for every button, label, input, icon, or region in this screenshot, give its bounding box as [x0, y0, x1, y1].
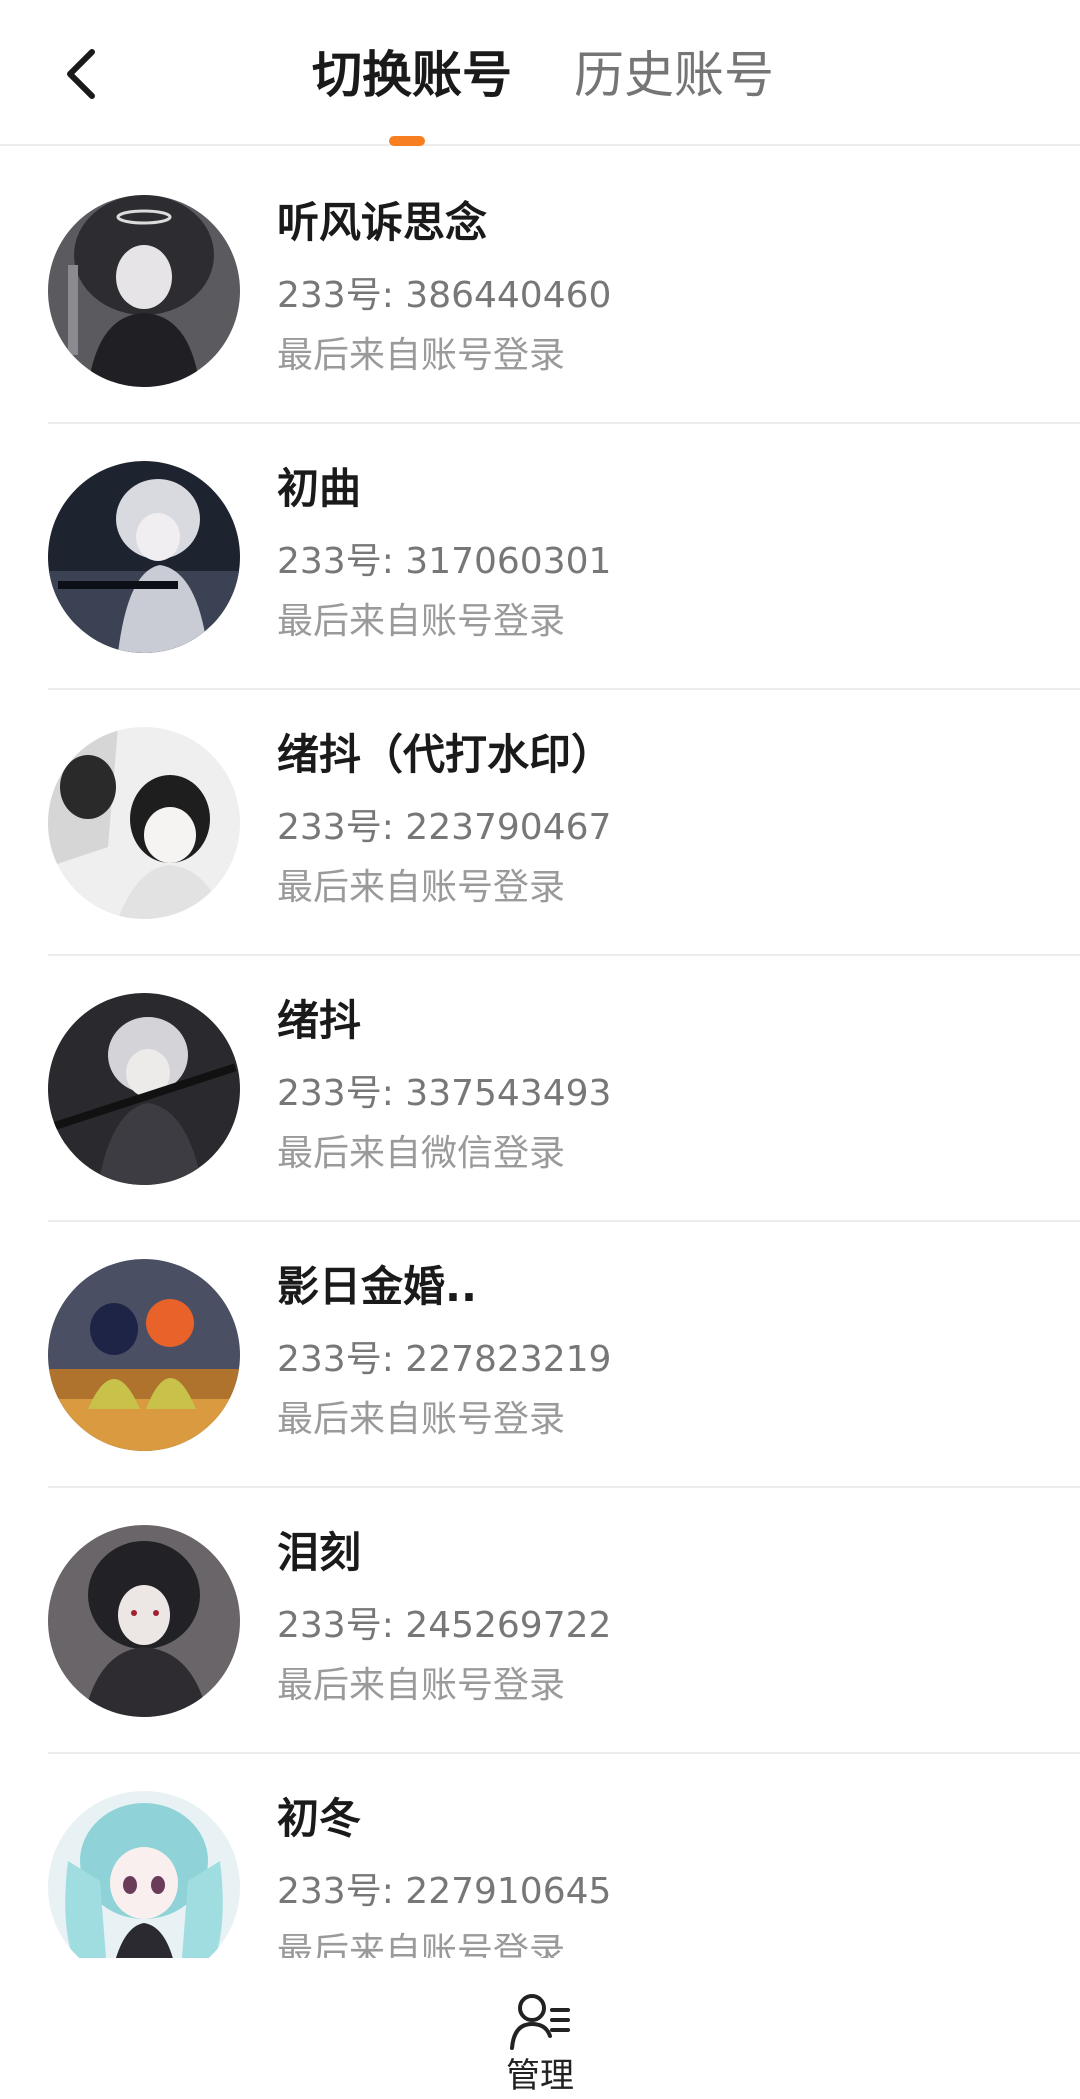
tab-switch-account[interactable]: 切换账号 [312, 40, 512, 110]
account-id: 233号: 223790467 [277, 807, 612, 848]
account-name: 绪抖 [277, 996, 362, 1045]
chevron-left-icon [67, 49, 95, 99]
anime-avatar-icon [48, 1259, 240, 1451]
manage-button[interactable]: 管理 [490, 1992, 590, 2099]
avatar [48, 1525, 240, 1717]
active-tab-indicator [389, 136, 425, 146]
anime-avatar-icon [48, 993, 240, 1185]
top-bar: 切换账号 历史账号 [0, 0, 1080, 146]
account-item[interactable]: 泪刻 233号: 245269722 最后来自账号登录 [0, 1488, 1080, 1754]
back-button[interactable] [40, 34, 120, 114]
login-source: 最后来自账号登录 [277, 1931, 566, 1958]
avatar [48, 195, 240, 387]
account-item[interactable]: 听风诉思念 233号: 386440460 最后来自账号登录 [0, 158, 1080, 424]
avatar [48, 727, 240, 919]
account-item[interactable]: 绪抖（代打水印） 233号: 223790467 最后来自账号登录 [0, 690, 1080, 956]
account-name: 影日金婚.. [277, 1262, 477, 1311]
login-source: 最后来自账号登录 [277, 1665, 566, 1706]
account-name: 听风诉思念 [277, 198, 488, 247]
avatar [48, 1791, 240, 1958]
account-id: 233号: 227823219 [277, 1339, 612, 1380]
account-name: 初冬 [277, 1794, 362, 1843]
account-name: 初曲 [277, 464, 362, 513]
bottom-bar: 管理 [0, 1958, 1080, 2099]
account-id: 233号: 317060301 [277, 541, 612, 582]
account-item[interactable]: 初冬 233号: 227910645 最后来自账号登录 [0, 1754, 1080, 1958]
login-source: 最后来自账号登录 [277, 335, 566, 376]
account-id: 233号: 386440460 [277, 275, 612, 316]
manage-label: 管理 [506, 2056, 574, 2096]
account-name: 绪抖（代打水印） [277, 730, 614, 779]
login-source: 最后来自账号登录 [277, 867, 566, 908]
login-source: 最后来自账号登录 [277, 1399, 566, 1440]
account-list[interactable]: 听风诉思念 233号: 386440460 最后来自账号登录 初曲 233号: … [0, 158, 1080, 1958]
account-name: 泪刻 [277, 1528, 362, 1577]
anime-avatar-icon [48, 195, 240, 387]
anime-avatar-icon [48, 1525, 240, 1717]
user-manage-icon [510, 1994, 570, 2050]
anime-avatar-icon [48, 1791, 240, 1958]
login-source: 最后来自账号登录 [277, 601, 566, 642]
account-item[interactable]: 绪抖 233号: 337543493 最后来自微信登录 [0, 956, 1080, 1222]
avatar [48, 1259, 240, 1451]
tab-history-account[interactable]: 历史账号 [574, 40, 774, 110]
anime-avatar-icon [48, 727, 240, 919]
login-source: 最后来自微信登录 [277, 1133, 566, 1174]
anime-avatar-icon [48, 461, 240, 653]
account-item[interactable]: 初曲 233号: 317060301 最后来自账号登录 [0, 424, 1080, 690]
avatar [48, 461, 240, 653]
account-id: 233号: 227910645 [277, 1871, 612, 1912]
account-id: 233号: 245269722 [277, 1605, 612, 1646]
account-item[interactable]: 影日金婚.. 233号: 227823219 最后来自账号登录 [0, 1222, 1080, 1488]
avatar [48, 993, 240, 1185]
account-id: 233号: 337543493 [277, 1073, 612, 1114]
